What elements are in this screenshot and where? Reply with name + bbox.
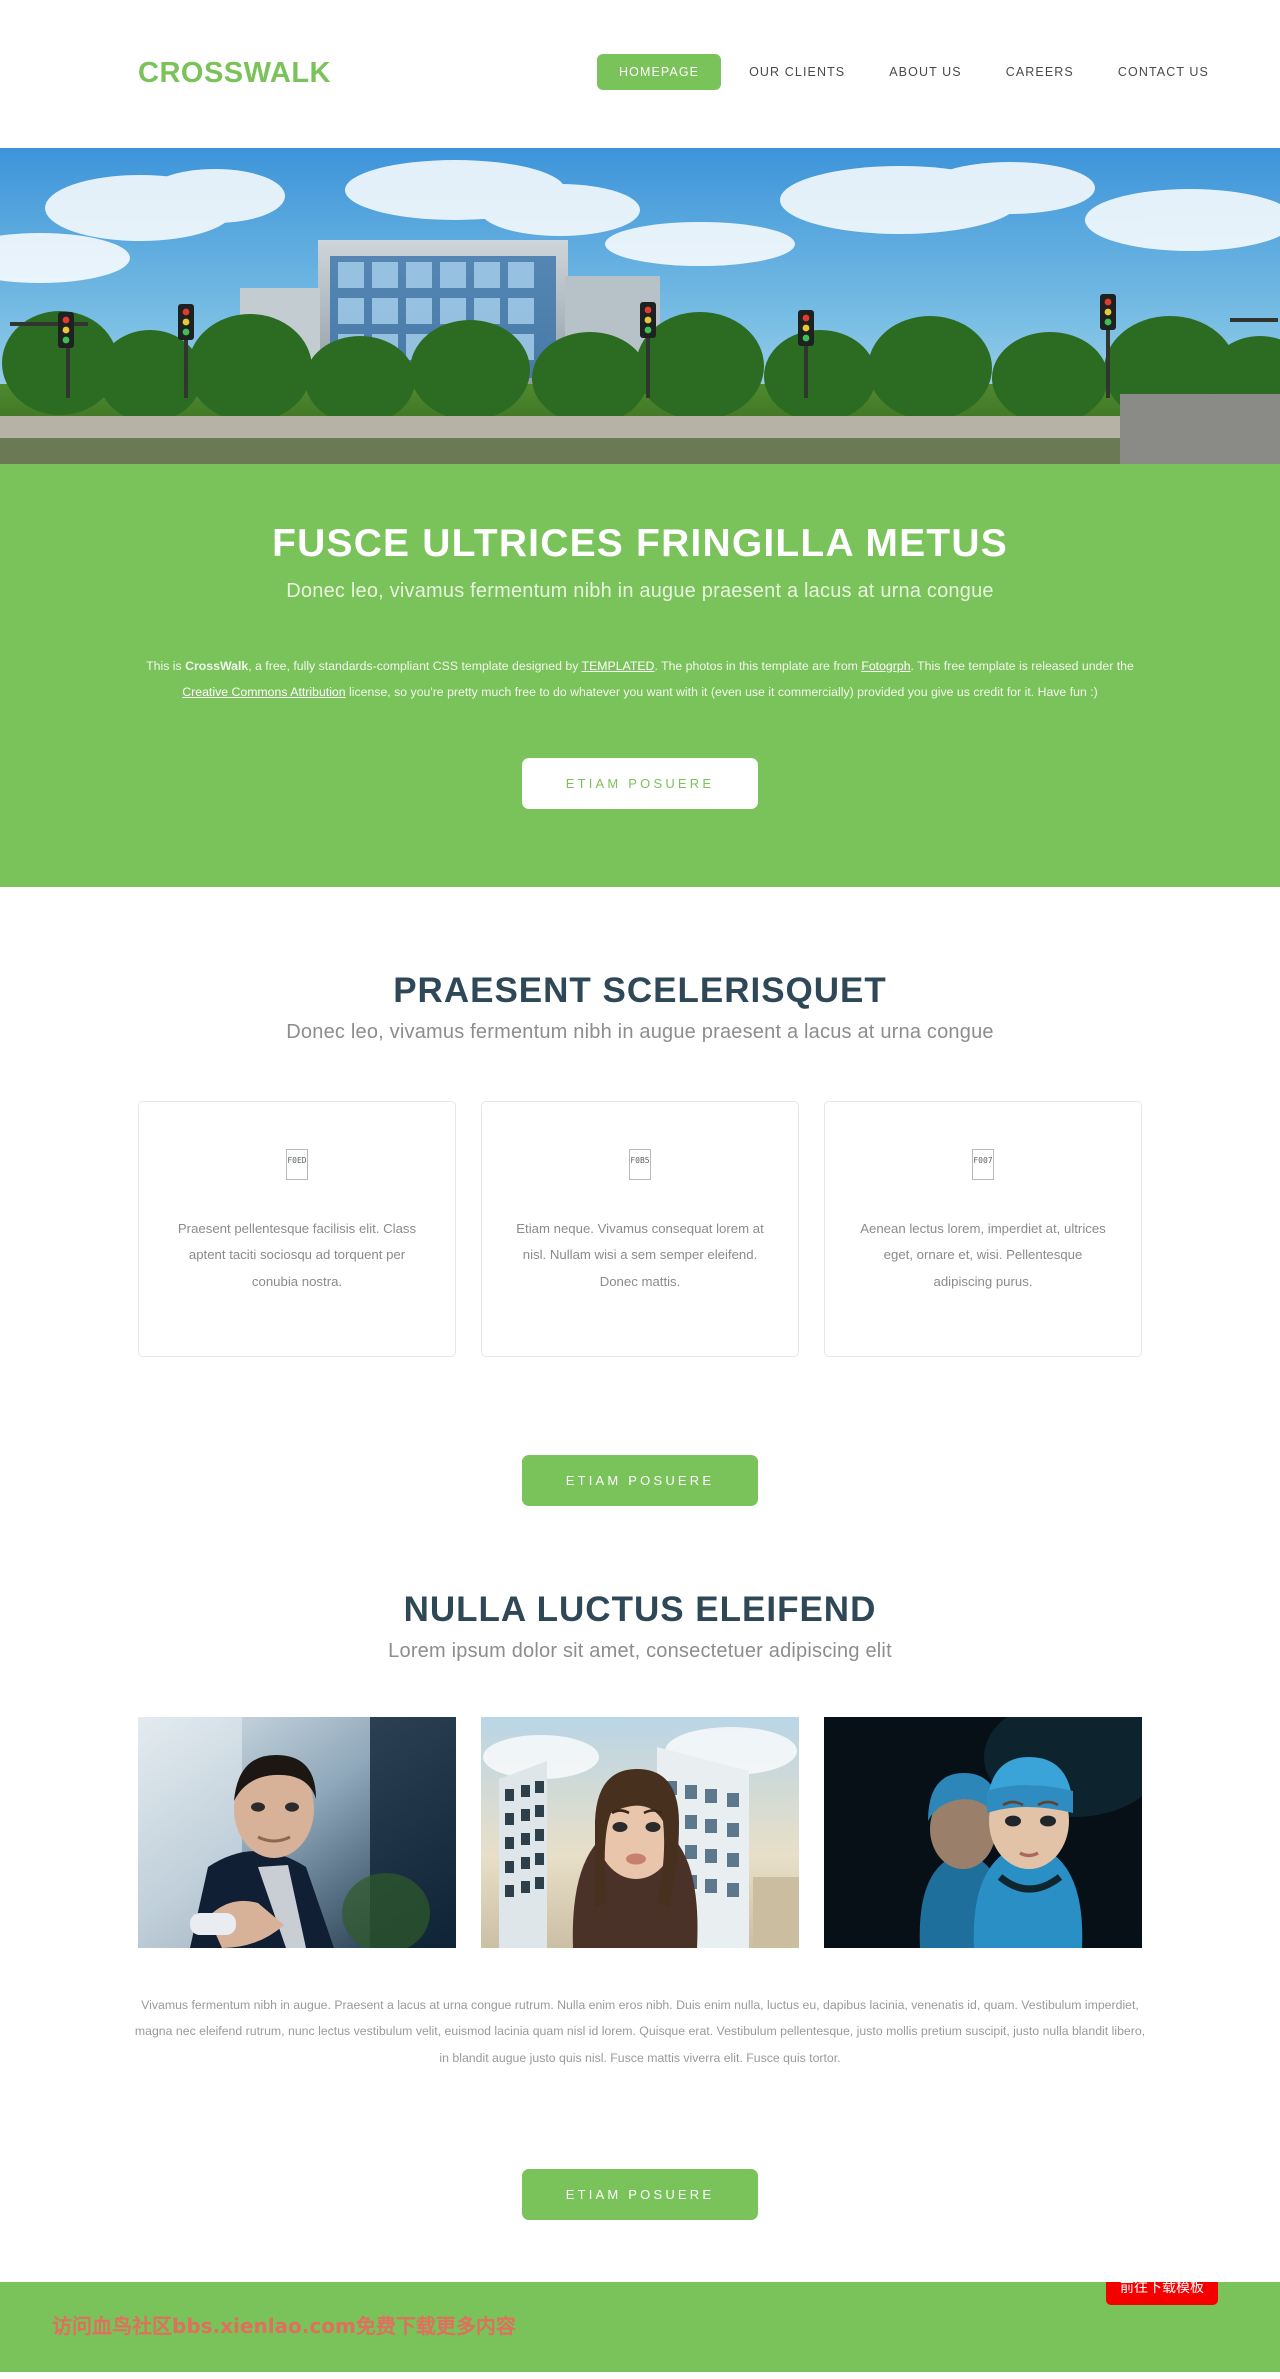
banner-illustration-icon — [0, 148, 1280, 464]
hero-banner-image — [0, 148, 1280, 464]
feature-box[interactable]: F0ED Praesent pellentesque facilisis eli… — [138, 1100, 456, 1357]
link-templated[interactable]: TEMPLATED — [582, 659, 655, 673]
nav-item-contact-us[interactable]: CONTACT US — [1096, 65, 1231, 79]
gallery-subtitle: Lorem ipsum dolor sit amet, consectetuer… — [388, 1639, 892, 1662]
features-section: PRAESENT SCELERISQUET Donec leo, vivamus… — [0, 887, 1280, 1506]
feature-box-text: Aenean lectus lorem, imperdiet at, ultri… — [860, 1220, 1106, 1289]
tofu-glyph-f0ed-icon: F0ED — [286, 1148, 308, 1180]
hero-brand-name: CrossWalk — [185, 659, 249, 673]
feature-box[interactable]: F0B5 Etiam neque. Vivamus consequat lore… — [481, 1100, 799, 1357]
features-title: PRAESENT SCELERISQUET — [393, 970, 887, 1010]
gallery-image-list — [138, 1716, 1142, 1948]
gallery-item-surgeons[interactable] — [824, 1716, 1142, 1948]
link-fotogrph[interactable]: Fotogrph — [861, 659, 910, 673]
gallery-title: NULLA LUCTUS ELEIFEND — [403, 1589, 877, 1629]
feature-box-list: F0ED Praesent pellentesque facilisis eli… — [138, 1100, 1142, 1357]
tofu-glyph-f007-icon: F007 — [972, 1148, 994, 1180]
hero-copy-2: , a free, fully standards-compliant CSS … — [248, 659, 582, 673]
feature-box[interactable]: F007 Aenean lectus lorem, imperdiet at, … — [824, 1100, 1142, 1357]
hero-copy-3: . The photos in this template are from — [654, 659, 862, 673]
main-navigation: HOMEPAGE OUR CLIENTS ABOUT US CAREERS CO… — [597, 54, 1231, 90]
hero-title: FUSCE ULTRICES FRINGILLA METUS — [272, 522, 1008, 565]
nav-item-homepage[interactable]: HOMEPAGE — [597, 54, 722, 90]
feature-box-text: Praesent pellentesque facilisis elit. Cl… — [177, 1220, 417, 1289]
hero-cta-wrap: ETIAM POSUERE — [0, 706, 1280, 809]
surgeons-photo-icon — [824, 1716, 1142, 1948]
nav-item-our-clients[interactable]: OUR CLIENTS — [727, 65, 867, 79]
site-header: CROSSWALK HOMEPAGE OUR CLIENTS ABOUT US … — [0, 0, 1280, 148]
hero-copy-4: . This free template is released under t… — [910, 659, 1134, 673]
hero-cta-button[interactable]: ETIAM POSUERE — [521, 757, 759, 809]
features-cta-button[interactable]: ETIAM POSUERE — [521, 1454, 759, 1506]
features-cta-wrap: ETIAM POSUERE — [0, 1403, 1280, 1506]
site-logo[interactable]: CROSSWALK — [138, 57, 331, 90]
gallery-cta-button[interactable]: ETIAM POSUERE — [521, 2169, 759, 2221]
hero-section: FUSCE ULTRICES FRINGILLA METUS Donec leo… — [0, 464, 1280, 887]
footer-watermark: 访问血鸟社区bbs.xienlao.com免费下载更多内容 — [52, 2314, 516, 2339]
nav-item-about-us[interactable]: ABOUT US — [867, 65, 983, 79]
businessman-pointing-photo-icon — [138, 1716, 456, 1948]
gallery-cta-wrap: ETIAM POSUERE — [0, 2117, 1280, 2221]
gallery-section: NULLA LUCTUS ELEIFEND Lorem ipsum dolor … — [0, 1506, 1280, 2221]
gallery-description: Vivamus fermentum nibh in augue. Praesen… — [134, 1997, 1146, 2065]
gallery-item-woman-city[interactable] — [481, 1716, 799, 1948]
hero-subtitle: Donec leo, vivamus fermentum nibh in aug… — [286, 580, 994, 602]
gallery-item-businessman[interactable] — [138, 1716, 456, 1948]
hero-copy-5: license, so you're pretty much free to d… — [345, 685, 1098, 700]
site-footer: 访问血鸟社区bbs.xienlao.com免费下载更多内容 前往下载模板 — [0, 2282, 1280, 2373]
nav-item-careers[interactable]: CAREERS — [984, 65, 1096, 79]
tofu-glyph-f0b5-icon: F0B5 — [629, 1148, 651, 1180]
features-subtitle: Donec leo, vivamus fermentum nibh in aug… — [286, 1020, 994, 1043]
woman-in-city-photo-icon — [481, 1716, 799, 1948]
hero-copy-1: This is — [146, 659, 186, 673]
link-creative-commons[interactable]: Creative Commons Attribution — [182, 685, 345, 699]
download-template-button[interactable]: 前往下载模板 — [1106, 2282, 1218, 2306]
feature-box-text: Etiam neque. Vivamus consequat lorem at … — [516, 1220, 764, 1289]
hero-description: This is CrossWalk, a free, fully standar… — [140, 653, 1140, 706]
